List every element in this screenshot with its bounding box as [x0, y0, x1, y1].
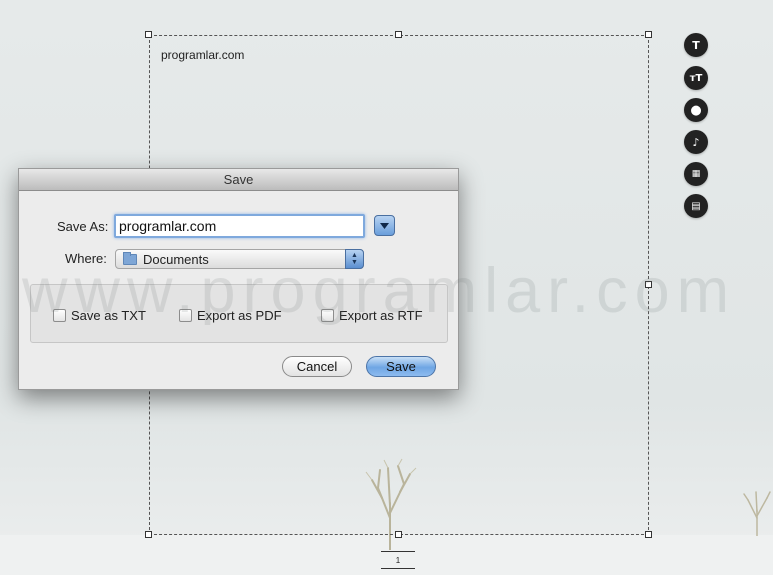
cancel-button[interactable]: Cancel [282, 356, 352, 377]
save-as-txt-option[interactable]: Save as TXT [53, 308, 146, 323]
expand-dialog-button[interactable] [374, 215, 395, 236]
resize-handle-middle-right[interactable] [645, 281, 652, 288]
resize-handle-top-left[interactable] [145, 31, 152, 38]
export-rtf-option[interactable]: Export as RTF [321, 308, 423, 323]
where-dropdown[interactable]: Documents ▲ ▼ [115, 249, 364, 269]
document-icon[interactable]: ▤ [684, 194, 708, 218]
export-rtf-checkbox[interactable] [321, 309, 334, 322]
canvas-background: programlar.com T ᴛT ● ♪ ▦ ▤ 1 Save Save … [0, 0, 773, 575]
save-as-label: Save As: [57, 219, 109, 234]
text-icon[interactable]: T [684, 33, 708, 57]
dropdown-arrows-icon: ▲ ▼ [345, 249, 364, 269]
export-pdf-option[interactable]: Export as PDF [179, 308, 282, 323]
dialog-title: Save [19, 169, 458, 191]
save-as-txt-label: Save as TXT [71, 308, 146, 323]
save-as-txt-checkbox[interactable] [53, 309, 66, 322]
grid-icon[interactable]: ▦ [684, 162, 708, 186]
format-options-group: Save as TXT Export as PDF Export as RTF [30, 284, 448, 343]
music-note-icon[interactable]: ♪ [684, 130, 708, 154]
document-text[interactable]: programlar.com [161, 48, 244, 62]
resize-handle-bottom-left[interactable] [145, 531, 152, 538]
resize-handle-top-center[interactable] [395, 31, 402, 38]
save-button[interactable]: Save [366, 356, 436, 377]
resize-handle-top-right[interactable] [645, 31, 652, 38]
save-as-input[interactable] [114, 214, 365, 238]
where-value: Documents [143, 252, 209, 267]
export-rtf-label: Export as RTF [339, 308, 423, 323]
export-pdf-label: Export as PDF [197, 308, 282, 323]
save-dialog: Save Save As: Where: Documents ▲▼ Save a… [18, 168, 459, 390]
tree-illustration [743, 491, 771, 536]
where-label: Where: [65, 251, 107, 266]
page-number: 1 [381, 551, 415, 569]
export-pdf-checkbox[interactable] [179, 309, 192, 322]
record-icon[interactable]: ● [684, 98, 708, 122]
resize-handle-bottom-center[interactable] [395, 531, 402, 538]
folder-icon [123, 252, 137, 265]
resize-handle-bottom-right[interactable] [645, 531, 652, 538]
text-size-icon[interactable]: ᴛT [684, 66, 708, 90]
chevron-down-icon [380, 222, 389, 229]
